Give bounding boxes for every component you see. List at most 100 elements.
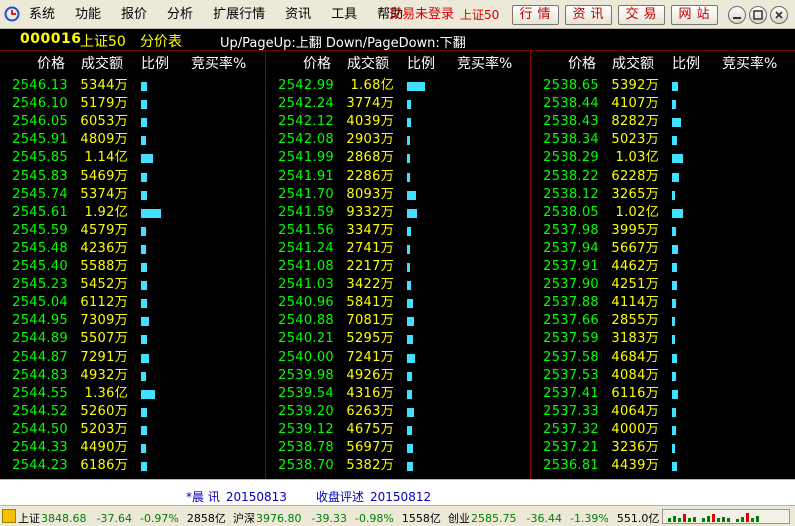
index-hushen[interactable]: 沪深3976.80 -39.33 -0.98% 1558亿 bbox=[233, 510, 441, 526]
table-row[interactable]: 2545.04 6112万 bbox=[0, 294, 265, 312]
index-chinext[interactable]: 创业2585.75 -36.44 -1.39% 551.0亿 bbox=[448, 510, 659, 526]
table-row[interactable]: 2538.78 5697万 bbox=[266, 439, 531, 457]
table-row[interactable]: 2544.33 4490万 bbox=[0, 439, 265, 457]
table-row[interactable]: 2542.08 2903万 bbox=[266, 131, 531, 149]
table-row[interactable]: 2538.70 5382万 bbox=[266, 457, 531, 475]
table-row[interactable]: 2542.12 4039万 bbox=[266, 113, 531, 131]
menu-tools[interactable]: 工具 bbox=[328, 6, 360, 24]
trade-button[interactable]: 交易 bbox=[618, 5, 665, 25]
website-button[interactable]: 网站 bbox=[671, 5, 718, 25]
table-row[interactable]: 2537.53 4084万 bbox=[531, 367, 795, 385]
table-row[interactable]: 2538.44 4107万 bbox=[531, 95, 795, 113]
table-row[interactable]: 2545.91 4809万 bbox=[0, 131, 265, 149]
table-row[interactable]: 2541.99 2868万 bbox=[266, 149, 531, 167]
index-shanghai[interactable]: 上证3848.68 -37.64 -0.97% 2858亿 bbox=[18, 510, 226, 526]
menu-info[interactable]: 资讯 bbox=[282, 6, 314, 24]
header-amount[interactable]: 成交额 bbox=[81, 53, 123, 73]
status-indicator-icon[interactable] bbox=[2, 509, 16, 523]
header-ratio[interactable]: 比例 bbox=[407, 53, 435, 73]
table-row[interactable]: 2544.83 4932万 bbox=[0, 367, 265, 385]
menu-extended-market[interactable]: 扩展行情 bbox=[210, 6, 268, 24]
table-row[interactable]: 2538.43 8282万 bbox=[531, 113, 795, 131]
table-row[interactable]: 2540.21 5295万 bbox=[266, 330, 531, 348]
header-amount[interactable]: 成交额 bbox=[347, 53, 389, 73]
table-row[interactable]: 2537.33 4064万 bbox=[531, 403, 795, 421]
table-row[interactable]: 2545.85 1.14亿 bbox=[0, 149, 265, 167]
table-row[interactable]: 2544.89 5507万 bbox=[0, 330, 265, 348]
news-item-closing[interactable]: 收盘评述 20150812 bbox=[316, 488, 431, 505]
table-row[interactable]: 2537.32 4000万 bbox=[531, 421, 795, 439]
table-row[interactable]: 2542.24 3774万 bbox=[266, 95, 531, 113]
table-row[interactable]: 2541.59 9332万 bbox=[266, 204, 531, 222]
header-price[interactable]: 价格 bbox=[37, 53, 65, 73]
market-breadth-indicator[interactable] bbox=[662, 509, 790, 524]
table-row[interactable]: 2537.41 6116万 bbox=[531, 385, 795, 403]
table-row[interactable]: 2544.50 5203万 bbox=[0, 421, 265, 439]
table-row[interactable]: 2546.05 6053万 bbox=[0, 113, 265, 131]
table-row[interactable]: 2544.87 7291万 bbox=[0, 349, 265, 367]
header-buy-rate[interactable]: 竞买率% bbox=[191, 53, 246, 73]
table-row[interactable]: 2539.20 6263万 bbox=[266, 403, 531, 421]
info-button[interactable]: 资讯 bbox=[565, 5, 612, 25]
table-row[interactable]: 2541.03 3422万 bbox=[266, 276, 531, 294]
minimize-icon[interactable] bbox=[728, 6, 746, 24]
table-row[interactable]: 2538.05 1.02亿 bbox=[531, 204, 795, 222]
header-buy-rate[interactable]: 竞买率% bbox=[457, 53, 512, 73]
table-row[interactable]: 2537.94 5667万 bbox=[531, 240, 795, 258]
quote-button[interactable]: 行情 bbox=[512, 5, 559, 25]
table-row[interactable]: 2545.23 5452万 bbox=[0, 276, 265, 294]
table-row[interactable]: 2538.12 3265万 bbox=[531, 186, 795, 204]
table-row[interactable]: 2541.08 2217万 bbox=[266, 258, 531, 276]
header-amount[interactable]: 成交额 bbox=[612, 53, 654, 73]
table-row[interactable]: 2537.59 3183万 bbox=[531, 330, 795, 348]
table-row[interactable]: 2544.95 7309万 bbox=[0, 312, 265, 330]
table-row[interactable]: 2540.00 7241万 bbox=[266, 349, 531, 367]
table-row[interactable]: 2540.88 7081万 bbox=[266, 312, 531, 330]
table-row[interactable]: 2538.29 1.03亿 bbox=[531, 149, 795, 167]
table-row[interactable]: 2540.96 5841万 bbox=[266, 294, 531, 312]
table-row[interactable]: 2545.74 5374万 bbox=[0, 186, 265, 204]
table-row[interactable]: 2545.40 5588万 bbox=[0, 258, 265, 276]
header-buy-rate[interactable]: 竞买率% bbox=[722, 53, 777, 73]
table-row[interactable]: 2545.61 1.92亿 bbox=[0, 204, 265, 222]
table-row[interactable]: 2537.91 4462万 bbox=[531, 258, 795, 276]
table-row[interactable]: 2545.59 4579万 bbox=[0, 222, 265, 240]
table-row[interactable]: 2537.66 2855万 bbox=[531, 312, 795, 330]
table-row[interactable]: 2537.58 4684万 bbox=[531, 349, 795, 367]
table-row[interactable]: 2537.21 3236万 bbox=[531, 439, 795, 457]
table-row[interactable]: 2542.99 1.68亿 bbox=[266, 77, 531, 95]
menu-analysis[interactable]: 分析 bbox=[164, 6, 196, 24]
table-row[interactable]: 2541.91 2286万 bbox=[266, 168, 531, 186]
menu-function[interactable]: 功能 bbox=[72, 6, 104, 24]
header-ratio[interactable]: 比例 bbox=[141, 53, 169, 73]
header-price[interactable]: 价格 bbox=[303, 53, 331, 73]
table-row[interactable]: 2541.56 3347万 bbox=[266, 222, 531, 240]
table-row[interactable]: 2539.12 4675万 bbox=[266, 421, 531, 439]
table-row[interactable]: 2538.65 5392万 bbox=[531, 77, 795, 95]
header-price[interactable]: 价格 bbox=[568, 53, 596, 73]
price-volume-table[interactable]: 价格 成交额 比例 竞买率% 2546.13 5344万 2546.10 5179万 2546.… bbox=[0, 51, 795, 479]
table-row[interactable]: 2545.83 5469万 bbox=[0, 168, 265, 186]
trade-login-status[interactable]: 交易未登录 bbox=[389, 6, 454, 24]
table-row[interactable]: 2539.54 4316万 bbox=[266, 385, 531, 403]
table-row[interactable]: 2536.81 4439万 bbox=[531, 457, 795, 475]
table-row[interactable]: 2546.13 5344万 bbox=[0, 77, 265, 95]
table-row[interactable]: 2538.22 6228万 bbox=[531, 168, 795, 186]
table-row[interactable]: 2544.55 1.36亿 bbox=[0, 385, 265, 403]
menu-quote[interactable]: 报价 bbox=[118, 6, 150, 24]
table-row[interactable]: 2537.90 4251万 bbox=[531, 276, 795, 294]
table-row[interactable]: 2546.10 5179万 bbox=[0, 95, 265, 113]
news-item-morning[interactable]: *晨 讯 20150813 bbox=[186, 488, 287, 505]
table-row[interactable]: 2544.23 6186万 bbox=[0, 457, 265, 475]
table-row[interactable]: 2539.98 4926万 bbox=[266, 367, 531, 385]
table-row[interactable]: 2538.34 5023万 bbox=[531, 131, 795, 149]
table-row[interactable]: 2541.24 2741万 bbox=[266, 240, 531, 258]
close-icon[interactable] bbox=[770, 6, 788, 24]
table-row[interactable]: 2545.48 4236万 bbox=[0, 240, 265, 258]
table-row[interactable]: 2541.70 8093万 bbox=[266, 186, 531, 204]
table-row[interactable]: 2537.88 4114万 bbox=[531, 294, 795, 312]
restore-icon[interactable] bbox=[749, 6, 767, 24]
header-ratio[interactable]: 比例 bbox=[672, 53, 700, 73]
table-row[interactable]: 2537.98 3995万 bbox=[531, 222, 795, 240]
menu-system[interactable]: 系统 bbox=[26, 6, 58, 24]
